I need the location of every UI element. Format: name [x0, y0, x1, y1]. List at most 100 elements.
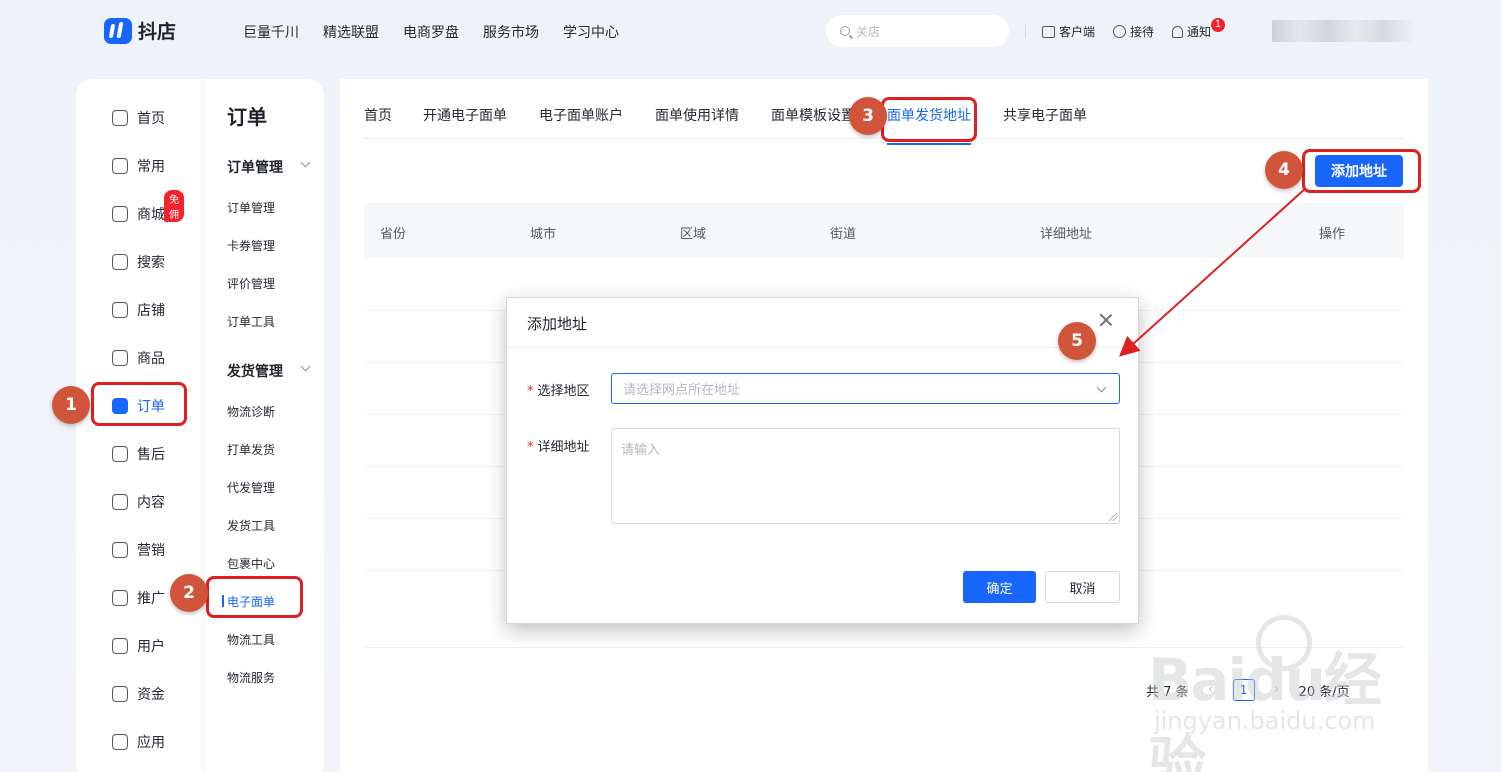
step-marker-2: 2: [170, 574, 208, 612]
submenu-item[interactable]: 物流工具: [227, 631, 275, 648]
address-label: * 详细地址: [527, 436, 590, 455]
tab-template-settings[interactable]: 面单模板设置: [771, 105, 855, 125]
column-header: 省份: [380, 227, 407, 242]
submenu-item[interactable]: 代发管理: [227, 479, 275, 496]
sidebar-item-label: 首页: [137, 111, 165, 127]
divider: [1025, 24, 1026, 38]
submenu-group-order-management[interactable]: 订单管理: [227, 157, 311, 177]
sidebar-item-goods[interactable]: 商品: [112, 348, 165, 368]
tab-usage-details[interactable]: 面单使用详情: [655, 105, 739, 125]
submenu-item[interactable]: 订单工具: [227, 313, 275, 330]
submenu-item[interactable]: 打单发货: [227, 441, 275, 458]
search-placeholder: 关店: [856, 24, 881, 39]
download-icon: [1042, 25, 1055, 38]
sidebar-item-after-sales[interactable]: 售后: [112, 444, 165, 464]
tab-home[interactable]: 首页: [364, 105, 392, 125]
submenu-item[interactable]: 卡券管理: [227, 237, 275, 254]
reception-button[interactable]: 接待: [1113, 23, 1154, 40]
sidebar-item-label: 营销: [137, 543, 165, 559]
sidebar-item-common[interactable]: 常用: [112, 156, 165, 176]
address-textarea[interactable]: 请输入: [611, 428, 1120, 524]
sidebar-item-apps[interactable]: 应用: [112, 732, 165, 752]
column-header: 城市: [530, 227, 557, 242]
sidebar-item-label: 应用: [137, 735, 165, 751]
nav-item[interactable]: 电商罗盘: [403, 22, 459, 42]
sidebar-item-funds[interactable]: 资金: [112, 684, 165, 704]
region-placeholder: 请选择网点所在地址: [623, 383, 741, 398]
notification-label: 通知: [1187, 25, 1212, 39]
search-input[interactable]: 关店: [826, 15, 1009, 47]
sidebar-item-label: 店铺: [137, 303, 165, 319]
column-header: 区域: [680, 227, 707, 242]
chart-icon: [112, 254, 128, 270]
watermark-url: jingyan.baidu.com: [1154, 707, 1376, 735]
sidebar-item-label: 售后: [137, 447, 165, 463]
logo-icon: [104, 17, 132, 44]
headset-icon: [1113, 25, 1127, 38]
submenu-item[interactable]: 订单管理: [227, 199, 275, 216]
chevron-down-icon: [1096, 382, 1107, 393]
region-label-text: 选择地区: [537, 384, 590, 399]
address-placeholder: 请输入: [621, 443, 661, 458]
resize-handle-icon[interactable]: [1109, 513, 1117, 521]
submenu-item[interactable]: 物流诊断: [227, 403, 275, 420]
nav-item[interactable]: 学习中心: [563, 22, 619, 42]
column-header: 详细地址: [1040, 227, 1093, 242]
highlight-box-orders: [91, 382, 187, 426]
sidebar-item-label: 搜索: [137, 255, 165, 271]
megaphone-icon: [112, 542, 128, 558]
client-download-button[interactable]: 客户端: [1042, 23, 1095, 40]
return-icon: [112, 446, 128, 462]
submenu-item[interactable]: 评价管理: [227, 275, 275, 292]
tab-shared-e-waybill[interactable]: 共享电子面单: [1003, 105, 1087, 125]
sidebar-item-label: 推广: [137, 591, 165, 607]
submenu-item[interactable]: 包裹中心: [227, 555, 275, 572]
tab-e-waybill-account[interactable]: 电子面单账户: [539, 105, 623, 125]
chevron-down-icon: [300, 361, 311, 372]
top-bar: 抖店 巨量千川 精选联盟 电商罗盘 服务市场 学习中心 关店 客户端 接待 通知…: [0, 0, 1501, 62]
top-nav: 巨量千川 精选联盟 电商罗盘 服务市场 学习中心: [243, 22, 619, 42]
sidebar-item-label: 商城: [137, 207, 165, 223]
required-mark: *: [527, 440, 534, 455]
confirm-button[interactable]: 确定: [963, 571, 1036, 603]
submenu-item[interactable]: 物流服务: [227, 669, 275, 686]
sidebar-item-search[interactable]: 搜索: [112, 252, 165, 272]
dialog-header: 添加地址: [507, 298, 1138, 348]
commission-free-badge: 免佣: [164, 190, 184, 222]
column-header: 操作: [1319, 227, 1346, 242]
submenu-group-shipping-management[interactable]: 发货管理: [227, 361, 311, 381]
sidebar-item-content[interactable]: 内容: [112, 492, 165, 512]
reception-label: 接待: [1130, 25, 1155, 39]
wallet-icon: [112, 686, 128, 702]
sidebar-item-label: 常用: [137, 159, 165, 175]
step-marker-3: 3: [849, 97, 887, 135]
submenu-item[interactable]: 发货工具: [227, 517, 275, 534]
user-avatar-blurred[interactable]: [1272, 20, 1412, 42]
notification-button[interactable]: 通知 1: [1172, 18, 1226, 40]
step-marker-5: 5: [1058, 322, 1096, 360]
tab-open-e-waybill[interactable]: 开通电子面单: [423, 105, 507, 125]
sidebar-item-promotion[interactable]: 推广: [112, 588, 165, 608]
client-label: 客户端: [1059, 25, 1096, 39]
sidebar-item-users[interactable]: 用户: [112, 636, 165, 656]
notification-badge: 1: [1211, 18, 1226, 32]
sidebar-item-label: 用户: [137, 639, 165, 655]
nav-item[interactable]: 服务市场: [483, 22, 539, 42]
home-icon: [112, 110, 128, 126]
search-icon: [840, 26, 850, 36]
nav-item[interactable]: 巨量千川: [243, 22, 299, 42]
column-header: 街道: [830, 227, 857, 242]
nav-item[interactable]: 精选联盟: [323, 22, 379, 42]
add-address-dialog: 添加地址 * 选择地区 请选择网点所在地址 * 详细地址 请输入 确定 取消: [506, 297, 1139, 624]
logo[interactable]: 抖店: [104, 17, 176, 44]
highlight-box-e-waybill: [206, 576, 303, 618]
sidebar-item-home[interactable]: 首页: [112, 108, 165, 128]
table-header: 省份 城市 区域 街道 详细地址 操作: [364, 203, 1404, 258]
watermark-main: Baidu经验: [1148, 646, 1382, 772]
close-icon[interactable]: [1098, 312, 1114, 328]
region-select[interactable]: 请选择网点所在地址: [611, 373, 1120, 404]
sidebar-item-marketing[interactable]: 营销: [112, 540, 165, 560]
sidebar-item-mall[interactable]: 商城 免佣: [112, 190, 184, 224]
sidebar-item-shop[interactable]: 店铺: [112, 300, 165, 320]
cancel-button[interactable]: 取消: [1045, 571, 1120, 603]
